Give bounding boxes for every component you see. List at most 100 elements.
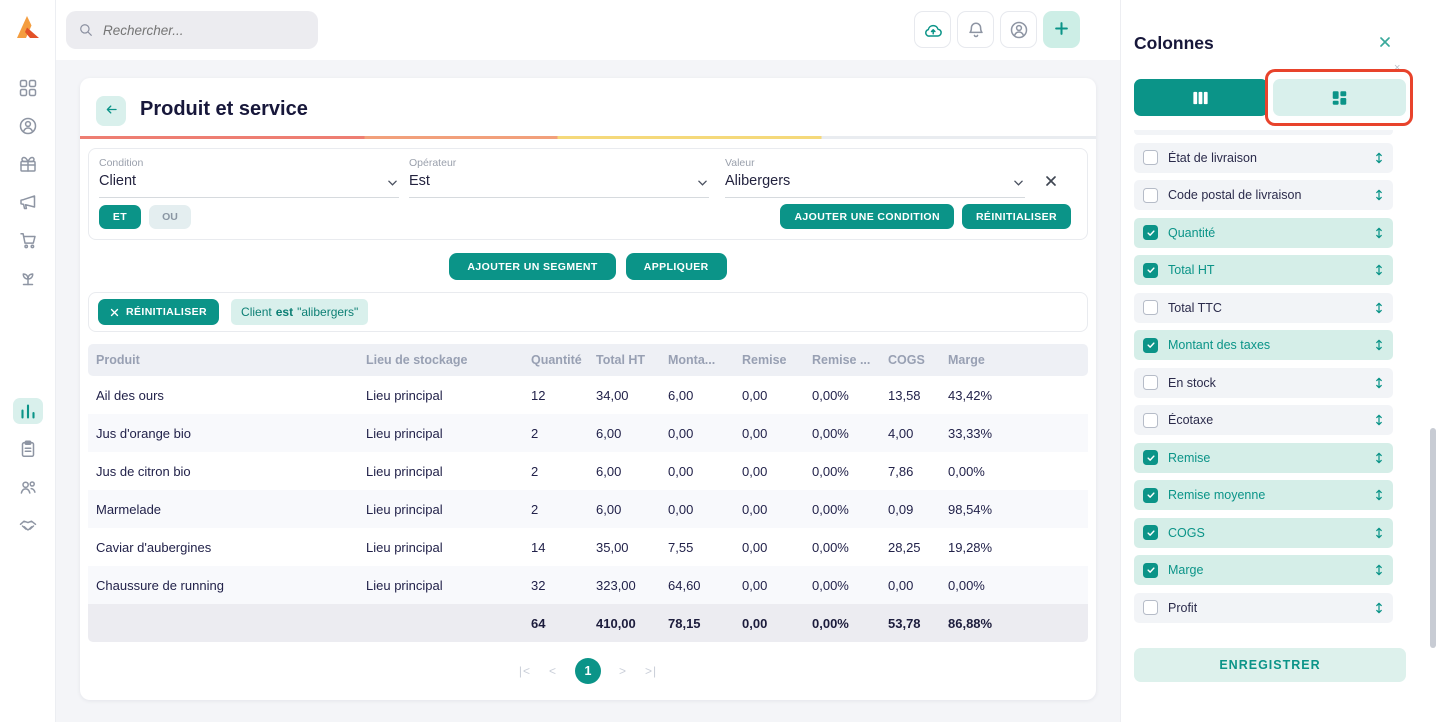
column-header[interactable]: COGS	[880, 353, 940, 367]
column-toggle-item[interactable]: Total TTC	[1134, 292, 1393, 323]
account-button[interactable]	[1000, 11, 1037, 48]
column-header[interactable]: Total HT	[588, 353, 660, 367]
add-button[interactable]	[1043, 11, 1080, 48]
column-header[interactable]: Marge	[940, 353, 1088, 367]
save-button[interactable]: ENREGISTRER	[1134, 648, 1406, 682]
column-header[interactable]: Quantité	[523, 353, 588, 367]
scrollbar-thumb[interactable]	[1430, 428, 1436, 648]
column-header[interactable]: Monta...	[660, 353, 734, 367]
table-cell: Lieu principal	[366, 539, 443, 555]
search-input[interactable]	[103, 22, 306, 38]
prev-page-button[interactable]: <	[549, 664, 557, 678]
remove-condition-button[interactable]	[1045, 175, 1057, 187]
table-cell: 0,00	[742, 539, 768, 555]
column-toggle-item[interactable]: Remise	[1134, 442, 1393, 473]
column-header[interactable]: Remise ...	[804, 353, 880, 367]
checkbox-checked[interactable]	[1143, 487, 1158, 503]
sidebar-item-gift[interactable]	[13, 151, 43, 177]
table-row[interactable]: Jus d'orange bio Lieu principal 2 6,00 0,00 0…	[88, 414, 1088, 452]
sidebar-item-megaphone[interactable]	[13, 189, 43, 215]
search-box[interactable]	[66, 11, 318, 49]
last-page-button[interactable]: >|	[645, 664, 657, 678]
reorder-updown-icon[interactable]	[1374, 488, 1384, 502]
checkbox-checked[interactable]	[1143, 225, 1158, 240]
sidebar-item-apps-grid[interactable]	[13, 75, 43, 101]
sidebar-item-user-circle[interactable]	[13, 113, 43, 139]
reorder-updown-icon[interactable]	[1374, 301, 1384, 315]
tab-cards-view[interactable]	[1272, 79, 1406, 116]
reorder-updown-icon[interactable]	[1374, 526, 1384, 540]
column-header[interactable]: Remise	[734, 353, 804, 367]
reorder-updown-icon[interactable]	[1374, 563, 1384, 577]
column-toggle-item[interactable]: Remise moyenne	[1134, 480, 1393, 510]
apply-button[interactable]: APPLIQUER	[625, 253, 727, 280]
and-toggle-button[interactable]: ET	[99, 204, 141, 229]
reorder-updown-icon[interactable]	[1374, 413, 1384, 427]
reorder-updown-icon[interactable]	[1374, 338, 1384, 352]
or-toggle-button[interactable]: OU	[149, 204, 191, 229]
column-toggle-item[interactable]: Écotaxe	[1134, 405, 1393, 435]
reset-filter-button[interactable]: RÉINITIALISER	[961, 204, 1071, 229]
first-page-button[interactable]: |<	[519, 664, 531, 678]
condition-select[interactable]: Condition Client	[99, 157, 399, 198]
column-toggle-item[interactable]: Code postal de livraison	[1134, 180, 1393, 210]
table-cell: 0,00	[742, 387, 768, 403]
checkbox-unchecked[interactable]	[1143, 187, 1158, 203]
table-row[interactable]: Chaussure de running Lieu principal 32 323,…	[88, 566, 1088, 604]
cloud-sync-button[interactable]	[914, 11, 951, 48]
checkbox-unchecked[interactable]	[1143, 150, 1158, 165]
tab-columns-view[interactable]	[1134, 79, 1268, 116]
reorder-updown-icon[interactable]	[1374, 376, 1384, 390]
column-toggle-item[interactable]: Quantité	[1134, 217, 1393, 248]
notifications-button[interactable]	[957, 11, 994, 48]
table-row[interactable]: Caviar d'aubergines Lieu principal 14 35,00…	[88, 528, 1088, 566]
checkbox-checked[interactable]	[1143, 262, 1158, 278]
reorder-updown-icon[interactable]	[1374, 151, 1384, 165]
close-panel-button[interactable]	[1379, 36, 1391, 48]
reorder-updown-icon[interactable]	[1374, 263, 1384, 277]
checkbox-unchecked[interactable]	[1143, 412, 1158, 428]
reorder-updown-icon[interactable]	[1374, 601, 1384, 615]
checkbox-unchecked[interactable]	[1143, 375, 1158, 390]
column-toggle-item[interactable]: Total HT	[1134, 255, 1393, 285]
sidebar-item-handshake[interactable]	[13, 512, 43, 538]
checkbox-checked[interactable]	[1143, 525, 1158, 540]
brand-logo-icon[interactable]	[13, 12, 43, 42]
column-header[interactable]: Produit	[88, 353, 358, 367]
operator-select[interactable]: Opérateur Est	[409, 157, 709, 198]
value-select[interactable]: Valeur Alibergers	[725, 157, 1025, 198]
next-page-button[interactable]: >	[619, 664, 627, 678]
column-toggle-item[interactable]: COGS	[1134, 517, 1393, 548]
checkbox-unchecked[interactable]	[1143, 600, 1158, 615]
reorder-updown-icon[interactable]	[1374, 451, 1384, 465]
table-row[interactable]: Jus de citron bio Lieu principal 2 6,00 0,00…	[88, 452, 1088, 490]
checkbox-unchecked[interactable]	[1143, 300, 1158, 315]
sidebar-item-cart[interactable]	[13, 227, 43, 253]
reset-chips-button[interactable]: RÉINITIALISER	[98, 299, 220, 325]
sidebar-item-bar-chart[interactable]	[13, 398, 43, 424]
reset-chips-label: RÉINITIALISER	[126, 306, 208, 318]
checkbox-checked[interactable]	[1143, 337, 1158, 353]
checkbox-checked[interactable]	[1143, 562, 1158, 578]
column-toggle-item[interactable]: Montant des taxes	[1134, 330, 1393, 360]
sidebar-item-clipboard[interactable]	[13, 436, 43, 462]
checkbox-checked[interactable]	[1143, 450, 1158, 465]
current-page-button[interactable]: 1	[575, 658, 601, 684]
column-toggle-item[interactable]: Marge	[1134, 555, 1393, 585]
sidebar-item-users[interactable]	[13, 474, 43, 500]
reorder-updown-icon[interactable]	[1374, 226, 1384, 240]
sidebar-item-plant[interactable]	[13, 265, 43, 291]
table-cell: 6,00	[596, 425, 622, 441]
filter-chip[interactable]: Client est "alibergers"	[231, 299, 369, 325]
column-toggle-item[interactable]: Profit	[1134, 592, 1393, 623]
column-toggle-item[interactable]: État de livraison	[1134, 142, 1393, 173]
table-row[interactable]: Ail des ours Lieu principal 12 34,00 6,00 0,0…	[88, 376, 1088, 414]
table-cell: 4,00	[888, 425, 914, 441]
back-button[interactable]	[96, 96, 126, 126]
add-condition-button[interactable]: AJOUTER UNE CONDITION	[780, 204, 954, 229]
reorder-updown-icon[interactable]	[1374, 188, 1384, 202]
column-header[interactable]: Lieu de stockage	[358, 353, 523, 367]
table-row[interactable]: Marmelade Lieu principal 2 6,00 0,00 0,00 0,00…	[88, 490, 1088, 528]
column-toggle-item[interactable]: En stock	[1134, 367, 1393, 398]
add-segment-button[interactable]: AJOUTER UN SEGMENT	[449, 253, 616, 280]
